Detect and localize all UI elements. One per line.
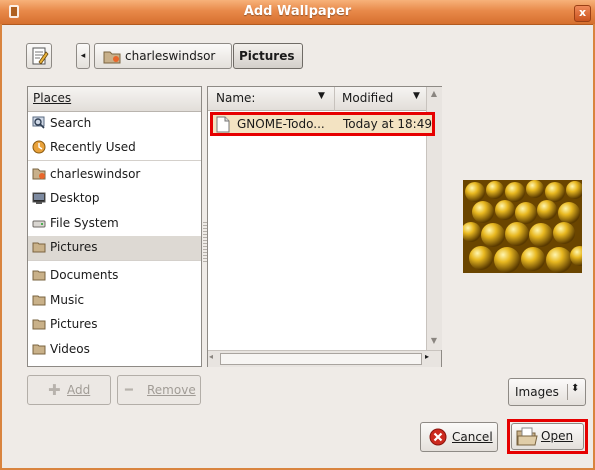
scroll-left-icon[interactable]: ◂ [209,352,213,361]
path-scroll-left-button[interactable]: ◂ [76,43,90,69]
place-label: Pictures [50,240,98,254]
place-label: File System [50,216,119,230]
places-separator [28,160,201,161]
cancel-icon [429,428,447,446]
place-label: charleswindsor [50,167,141,181]
type-location-button[interactable] [26,43,52,69]
place-label: Pictures [50,317,98,331]
remove-icon: ━ [125,383,133,398]
window-border-left [0,24,2,470]
edit-location-icon [32,47,49,65]
cancel-button-label: Cancel [452,430,493,444]
chevron-updown-icon: ⬍ [571,383,580,394]
folder-icon [32,344,46,355]
place-music[interactable]: Music [28,289,201,313]
scroll-up-icon[interactable]: ▲ [428,89,440,99]
place-label: Documents [50,268,119,282]
folder-icon [32,295,46,306]
home-folder-icon [103,51,121,64]
places-sidebar: Places Search Recently Used charleswinds… [27,86,202,367]
places-column-header[interactable]: Places [28,87,201,112]
remove-button-label: Remove [147,383,196,397]
place-label: Recently Used [50,140,136,154]
filter-selected-value: Images [515,385,559,399]
add-bookmark-button[interactable]: ✚ Add [27,375,111,405]
cancel-button[interactable]: Cancel [420,422,498,452]
open-folder-icon [516,427,538,446]
open-button[interactable]: Open [511,423,584,450]
path-button-home[interactable]: charleswindsor [94,43,232,69]
place-home[interactable]: charleswindsor [28,163,201,187]
desktop-icon [32,192,46,204]
file-row[interactable]: GNOME-Todo... Today at 18:49 [210,112,435,136]
place-desktop[interactable]: Desktop [28,187,201,211]
column-name-label: Name: [216,91,256,105]
column-header-modified[interactable]: Modified ▼ [335,87,426,111]
sort-arrow-icon: ▼ [318,91,325,101]
scroll-right-icon[interactable]: ▸ [425,352,429,361]
place-recently-used[interactable]: Recently Used [28,136,201,160]
place-label: Music [50,293,85,307]
file-modified: Today at 18:49 [343,117,432,131]
place-label: Desktop [50,191,100,205]
file-type-filter-select[interactable]: Images ⬍ [508,378,586,406]
place-file-system[interactable]: File System [28,212,201,236]
place-videos[interactable]: Videos [28,338,201,362]
search-icon [32,116,45,129]
home-folder-icon [32,168,46,180]
folder-icon [32,319,46,330]
path-button-pictures[interactable]: Pictures [233,43,303,69]
add-button-label: Add [67,383,91,397]
path-button-home-label: charleswindsor [125,49,216,63]
add-icon: ✚ [48,381,61,399]
add-wallpaper-dialog: Add Wallpaper x ◂ charleswindsor Picture… [0,0,595,470]
place-label: Search [50,116,92,130]
scroll-down-icon[interactable]: ▼ [428,336,440,346]
close-icon[interactable]: x [574,5,591,22]
column-header-name[interactable]: Name: ▼ [208,87,335,111]
chevron-down-icon: ▼ [413,91,420,101]
titlebar: Add Wallpaper x [0,0,595,25]
place-pictures[interactable]: Pictures [28,313,201,337]
folder-icon [32,242,46,253]
drive-icon [32,220,46,228]
column-modified-label: Modified [342,91,394,105]
scrollbar-thumb[interactable] [220,353,422,365]
remove-bookmark-button[interactable]: ━ Remove [117,375,201,405]
file-list: Name: ▼ Modified ▼ ▲ ▼ GNOME-Todo... Tod… [207,86,442,367]
file-name: GNOME-Todo... [237,117,325,131]
combo-divider [567,384,568,400]
folder-icon [32,270,46,281]
place-label: Videos [50,342,90,356]
place-search[interactable]: Search [28,112,201,136]
open-button-label: Open [541,429,574,443]
recent-icon [32,140,46,154]
path-button-pictures-label: Pictures [239,49,295,63]
places-separator [28,260,201,261]
place-documents[interactable]: Documents [28,264,201,288]
place-pictures-bookmark[interactable]: Pictures [28,236,201,260]
wallpaper-preview-image [463,180,582,273]
file-list-horizontal-scrollbar[interactable]: ◂ ▸ [208,350,441,367]
window-title: Add Wallpaper [243,4,352,19]
file-icon [216,116,230,133]
places-header-label: Places [33,91,72,105]
